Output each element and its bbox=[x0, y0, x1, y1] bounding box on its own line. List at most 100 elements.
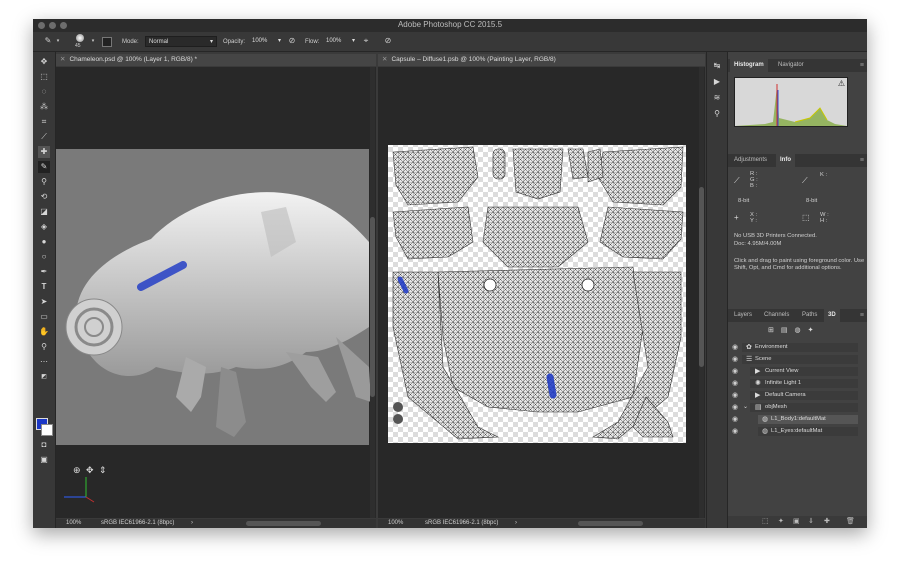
tab-document-chameleon[interactable]: ✕ Chameleon.psd @ 100% (Layer 1, RGB/8) * bbox=[56, 54, 376, 66]
lasso-tool-icon[interactable]: ◌ bbox=[38, 86, 50, 98]
add-light-icon[interactable]: ✦ bbox=[778, 516, 784, 528]
3d-pan-icon[interactable]: ✥ bbox=[86, 465, 94, 476]
tab-channels[interactable]: Channels bbox=[760, 309, 793, 322]
tab-paths[interactable]: Paths bbox=[798, 309, 821, 322]
blur-tool-icon[interactable]: ● bbox=[38, 236, 50, 248]
scrollbar-vertical[interactable] bbox=[370, 67, 375, 518]
eye-icon[interactable]: ◉ bbox=[732, 366, 738, 377]
quick-selection-tool-icon[interactable]: ⁂ bbox=[38, 101, 50, 113]
dodge-tool-icon[interactable]: ○ bbox=[38, 251, 50, 263]
3d-item-environment[interactable]: ◉ ✿ Environment bbox=[728, 342, 860, 353]
zoom-level[interactable]: 100% bbox=[388, 519, 403, 528]
3d-item-infinite-light[interactable]: ◉ ✺ Infinite Light 1 bbox=[728, 378, 860, 389]
eye-icon[interactable]: ◉ bbox=[732, 402, 738, 413]
tab-info[interactable]: Info bbox=[776, 154, 795, 167]
edit-toolbar-icon[interactable]: ⋯ bbox=[38, 356, 50, 368]
3d-item-current-view[interactable]: ◉ ▶ Current View bbox=[728, 366, 860, 377]
3d-dolly-icon[interactable]: ⇕ bbox=[99, 465, 107, 476]
close-icon[interactable]: ✕ bbox=[60, 56, 65, 63]
3d-item-body-material[interactable]: ◉ ◍ L1_Body1:defaultMat bbox=[728, 414, 860, 425]
scrollbar-vertical[interactable] bbox=[699, 67, 704, 518]
3d-orbit-icon[interactable]: ⊕ bbox=[73, 465, 81, 476]
eraser-tool-icon[interactable]: ◪ bbox=[38, 206, 50, 218]
close-icon[interactable]: ✕ bbox=[382, 56, 387, 63]
crop-tool-icon[interactable]: ⌗ bbox=[38, 116, 50, 128]
tab-document-capsule[interactable]: ✕ Capsule – Diffuse1.psb @ 100% (Painting… bbox=[378, 54, 705, 66]
filter-scene-icon[interactable]: ⊞ bbox=[768, 327, 781, 334]
panel-menu-icon[interactable]: ≡ bbox=[860, 309, 864, 322]
filter-mesh-icon[interactable]: ▤ bbox=[781, 327, 795, 334]
tab-layers[interactable]: Layers bbox=[730, 309, 756, 322]
rectangle-tool-icon[interactable]: ▭ bbox=[38, 311, 50, 323]
flow-field[interactable]: 100% ▾ bbox=[323, 36, 355, 47]
path-selection-tool-icon[interactable]: ➤ bbox=[38, 296, 50, 308]
move-to-ground-icon[interactable]: ⇓ bbox=[808, 516, 814, 528]
eyedropper-tool-icon[interactable]: ⟋ bbox=[38, 131, 50, 143]
document-canvas-chameleon[interactable]: ⊕ ✥ ⇕ bbox=[56, 67, 376, 518]
3d-item-default-camera[interactable]: ◉ ▶ Default Camera bbox=[728, 390, 860, 401]
filter-material-icon[interactable]: ◍ bbox=[795, 327, 808, 334]
screen-mode-icon[interactable]: ▣ bbox=[38, 454, 50, 466]
info-k-label: K : bbox=[820, 172, 828, 178]
tab-3d[interactable]: 3D bbox=[824, 309, 840, 322]
chevron-down-icon[interactable]: ⌄ bbox=[743, 402, 748, 413]
default-colors-icon[interactable]: ◩ bbox=[38, 371, 50, 383]
camera-view-icon[interactable]: ▣ bbox=[793, 516, 800, 528]
tab-histogram[interactable]: Histogram bbox=[730, 59, 768, 72]
marquee-tool-icon[interactable]: ⬚ bbox=[38, 71, 50, 83]
3d-item-eyes-material[interactable]: ◉ ◍ L1_Eyes:defaultMat bbox=[728, 426, 860, 437]
chevron-right-icon[interactable]: › bbox=[191, 519, 193, 528]
actions-play-icon[interactable]: ▶ bbox=[711, 76, 723, 88]
clone-stamp-tool-icon[interactable]: ⚲ bbox=[38, 176, 50, 188]
pressure-size-icon[interactable]: ⊘ bbox=[383, 36, 393, 46]
clone-source-icon[interactable]: ⚲ bbox=[711, 108, 723, 120]
chevron-down-icon[interactable]: ▾ bbox=[53, 36, 63, 46]
scrollbar-thumb[interactable] bbox=[370, 217, 375, 397]
zoom-level[interactable]: 100% bbox=[66, 519, 81, 528]
delete-icon[interactable]: 🗑 bbox=[846, 516, 855, 528]
new-light-icon[interactable]: ✚ bbox=[824, 516, 830, 528]
eye-icon[interactable]: ◉ bbox=[732, 414, 738, 425]
hand-tool-icon[interactable]: ✋ bbox=[38, 326, 50, 338]
brush-panel-toggle-icon[interactable] bbox=[102, 37, 112, 47]
panel-menu-icon[interactable]: ≡ bbox=[860, 59, 864, 72]
brush-tool-icon[interactable]: ✎ bbox=[38, 161, 50, 173]
paint-bucket-tool-icon[interactable]: ◈ bbox=[38, 221, 50, 233]
history-panel-icon[interactable]: ↹ bbox=[711, 60, 723, 72]
history-brush-tool-icon[interactable]: ⟲ bbox=[38, 191, 50, 203]
brush-panel-icon[interactable]: ≋ bbox=[711, 92, 723, 104]
render-icon[interactable]: ⬚ bbox=[762, 516, 769, 528]
tab-navigator[interactable]: Navigator bbox=[774, 59, 808, 72]
airbrush-icon[interactable]: ⌖ bbox=[361, 36, 371, 46]
eye-icon[interactable]: ◉ bbox=[732, 390, 738, 401]
quick-mask-icon[interactable]: ◘ bbox=[38, 439, 50, 451]
scrollbar-thumb[interactable] bbox=[699, 187, 704, 367]
3d-item-objmesh[interactable]: ◉ ⌄ ▤ objMesh bbox=[728, 402, 860, 413]
healing-brush-tool-icon[interactable]: ✚ bbox=[38, 146, 50, 158]
scrollbar-horizontal[interactable] bbox=[246, 521, 321, 526]
type-tool-icon[interactable]: T bbox=[38, 281, 50, 293]
mode-select[interactable]: Normal ▾ bbox=[145, 36, 217, 47]
eye-icon[interactable]: ◉ bbox=[732, 426, 738, 437]
eye-icon[interactable]: ◉ bbox=[732, 378, 738, 389]
move-tool-icon[interactable]: ✥ bbox=[38, 56, 50, 68]
tab-adjustments[interactable]: Adjustments bbox=[730, 154, 771, 167]
brush-tool-preset-icon[interactable]: ✎ bbox=[43, 36, 53, 46]
eye-icon[interactable]: ◉ bbox=[732, 354, 738, 365]
chevron-down-icon[interactable]: ▾ bbox=[88, 36, 98, 46]
pen-tool-icon[interactable]: ✒ bbox=[38, 266, 50, 278]
brush-preset-picker[interactable]: 45 bbox=[73, 34, 87, 50]
scrollbar-horizontal[interactable] bbox=[578, 521, 643, 526]
panel-menu-icon[interactable]: ≡ bbox=[860, 154, 864, 167]
zoom-tool-icon[interactable]: ⚲ bbox=[38, 341, 50, 353]
uv-texture-map bbox=[388, 145, 686, 443]
document-canvas-capsule[interactable] bbox=[378, 67, 705, 518]
3d-item-scene[interactable]: ◉ ☰ Scene bbox=[728, 354, 860, 365]
opacity-field[interactable]: 100% ▾ bbox=[249, 36, 281, 47]
background-color-swatch[interactable] bbox=[41, 424, 53, 436]
chevron-right-icon[interactable]: › bbox=[515, 519, 517, 528]
warning-icon[interactable]: ⚠ bbox=[838, 79, 845, 88]
eye-icon[interactable]: ◉ bbox=[732, 342, 738, 353]
pressure-opacity-icon[interactable]: ⊘ bbox=[287, 36, 297, 46]
filter-light-icon[interactable]: ✦ bbox=[808, 327, 821, 334]
